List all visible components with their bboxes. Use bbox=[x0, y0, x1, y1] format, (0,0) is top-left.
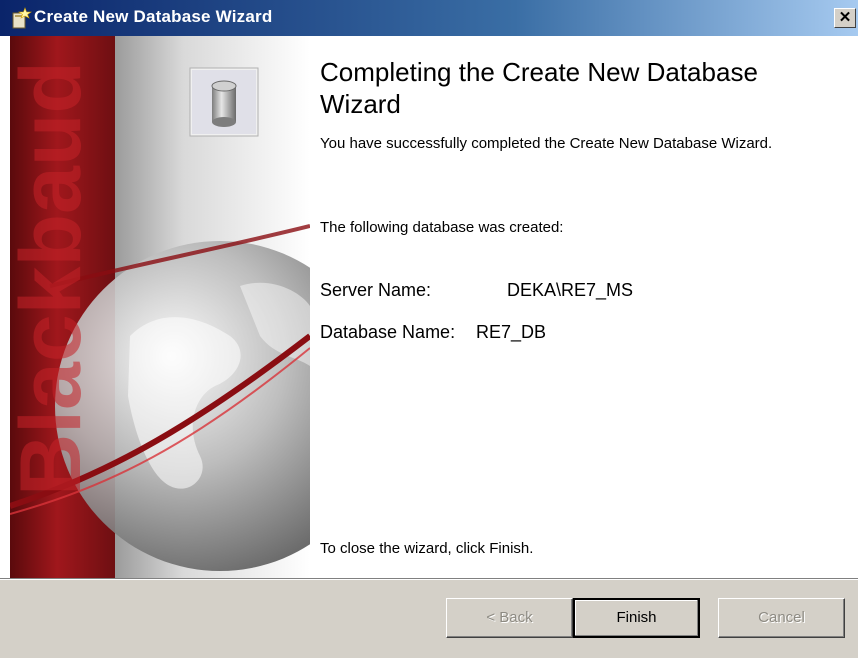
database-icon bbox=[211, 80, 237, 127]
close-button[interactable]: ✕ bbox=[834, 8, 856, 28]
close-hint: To close the wizard, click Finish. bbox=[320, 540, 534, 557]
brand-watermark: Blackbaud bbox=[10, 61, 99, 496]
back-button[interactable]: < Back bbox=[446, 598, 573, 638]
database-name-label: Database Name: bbox=[320, 322, 456, 342]
close-icon: ✕ bbox=[838, 9, 852, 26]
wizard-banner: Blackbaud bbox=[10, 36, 310, 578]
server-name-value: DEKA\RE7_MS bbox=[507, 280, 634, 300]
success-message: You have successfully completed the Crea… bbox=[320, 135, 773, 152]
finish-button[interactable]: Finish bbox=[573, 598, 700, 638]
created-label: The following database was created: bbox=[320, 219, 564, 236]
wizard-icon bbox=[12, 7, 32, 29]
server-name-label: Server Name: bbox=[320, 280, 432, 300]
window-title: Create New Database Wizard bbox=[34, 7, 273, 26]
wizard-main: Completing the Create New Database Wizar… bbox=[320, 36, 850, 578]
footer-divider bbox=[0, 578, 858, 580]
title-bar[interactable]: Create New Database Wizard ✕ bbox=[0, 0, 858, 36]
database-name-value: RE7_DB bbox=[476, 322, 547, 342]
banner-graphic: Blackbaud bbox=[10, 36, 310, 578]
wizard-body: Blackbaud Completing the Create New Data… bbox=[0, 36, 858, 578]
cancel-button[interactable]: Cancel bbox=[718, 598, 845, 638]
page-title: Completing the Create New Database Wizar… bbox=[320, 57, 758, 119]
